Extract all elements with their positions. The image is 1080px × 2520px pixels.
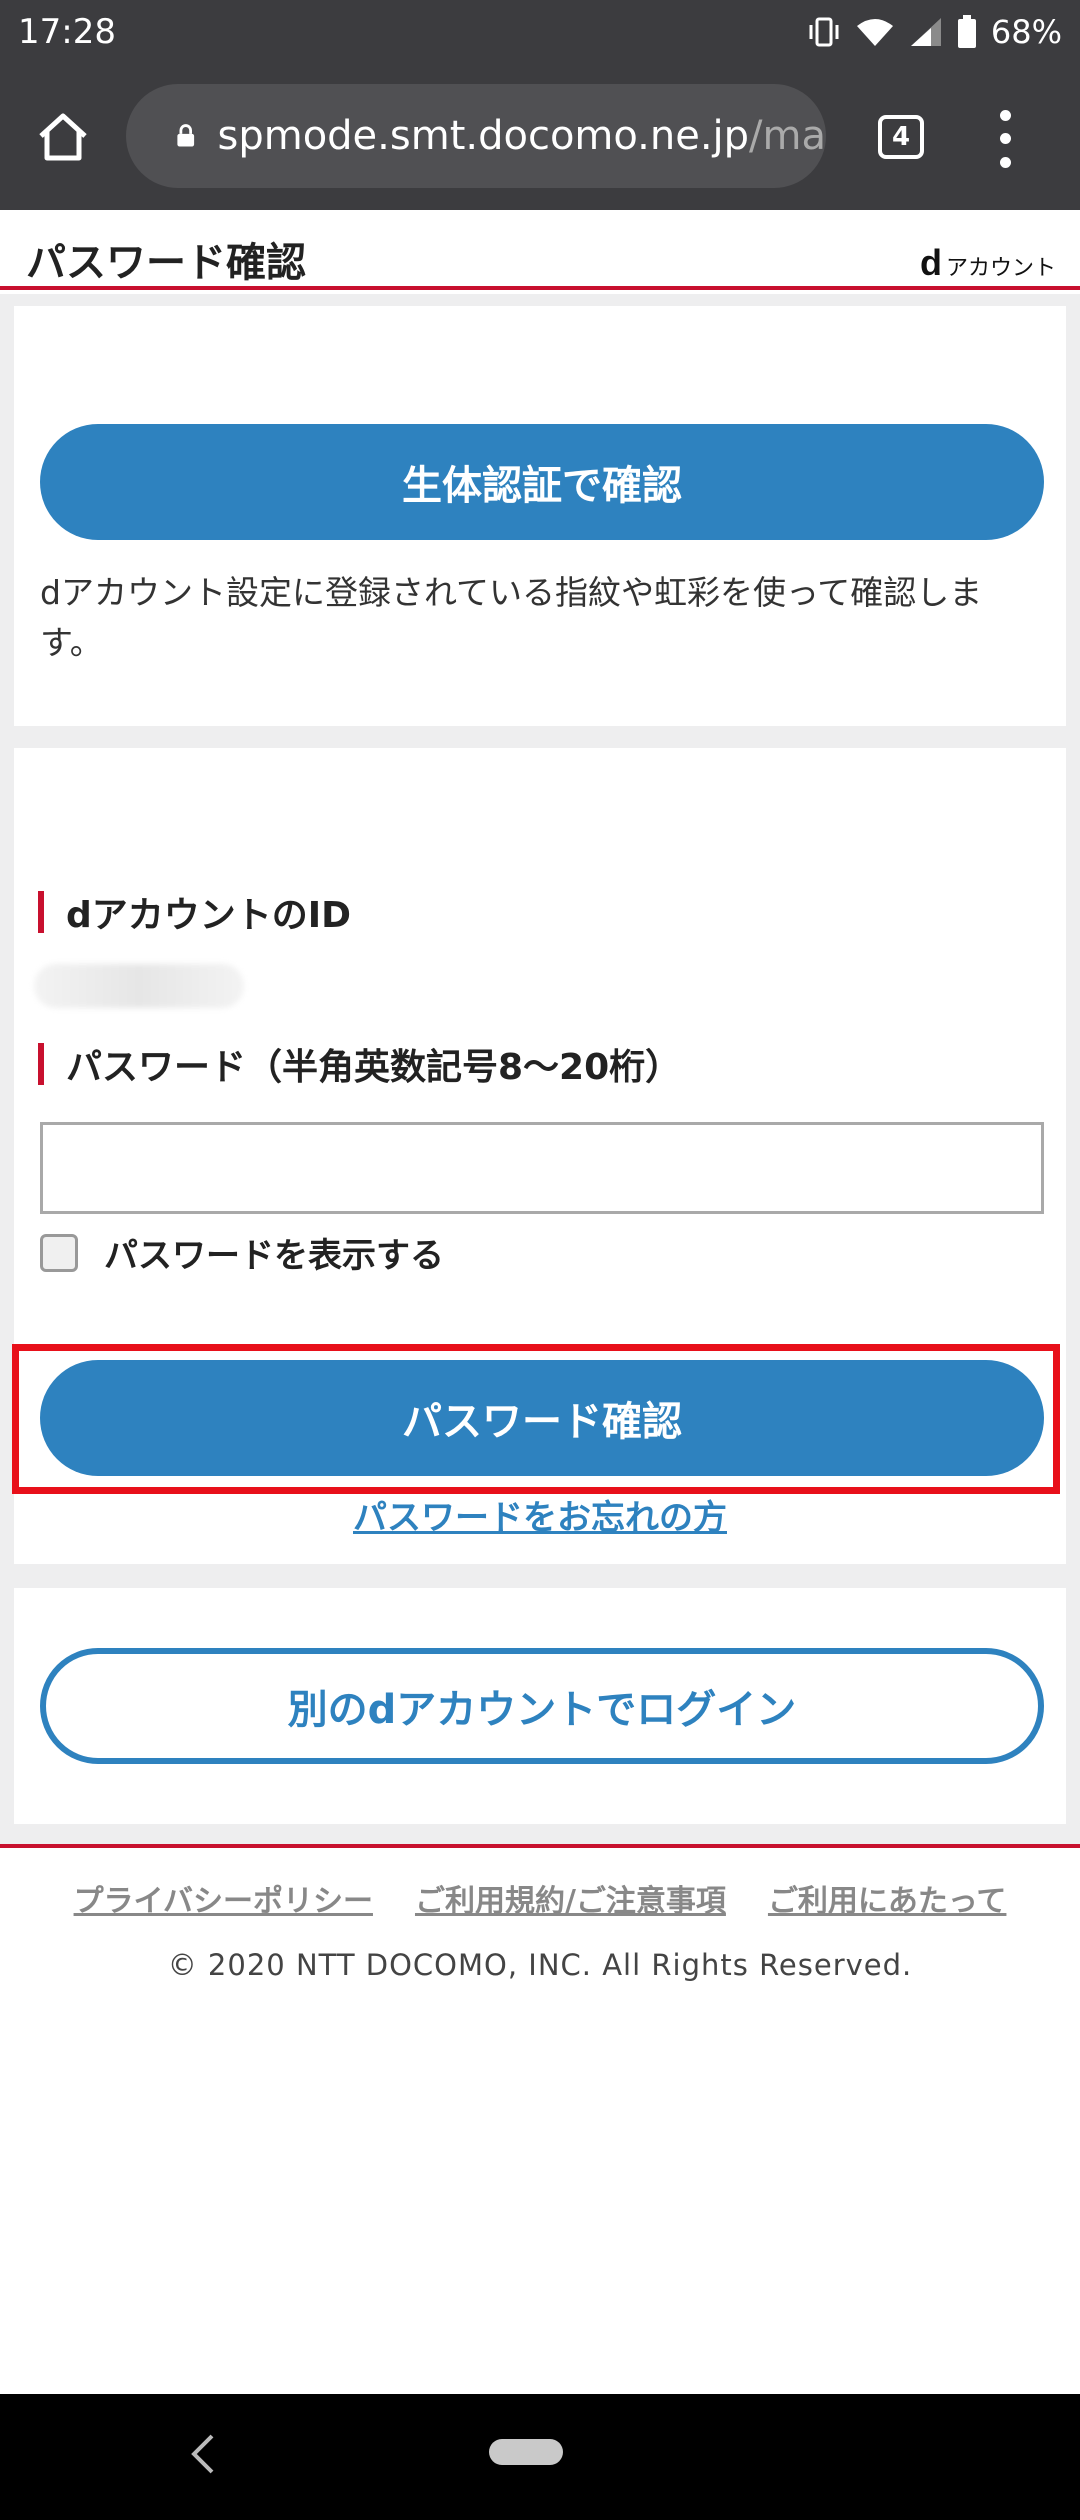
id-section-label: dアカウントのID — [38, 886, 351, 938]
status-bar: 17:28 68% — [0, 0, 1080, 64]
vibrate-icon — [807, 17, 841, 47]
battery-icon — [957, 15, 977, 49]
page-footer: プライバシーポリシー ご利用規約/ご注意事項 ご利用にあたって © 2020 N… — [0, 1844, 1080, 2394]
url-text: spmode.smt.docomo.ne.jp/ma — [217, 113, 827, 159]
more-icon-dot — [999, 110, 1011, 122]
browser-toolbar: spmode.smt.docomo.ne.jp/ma 4 — [0, 64, 1080, 210]
overflow-menu-button[interactable] — [985, 104, 1025, 174]
tab-count: 4 — [878, 115, 924, 159]
url-bar[interactable]: spmode.smt.docomo.ne.jp/ma — [126, 84, 826, 188]
page-title: パスワード確認 — [26, 240, 306, 286]
forgot-password-link[interactable]: パスワードをお忘れの方 — [14, 1490, 1066, 1539]
footer-links: プライバシーポリシー ご利用規約/ご注意事項 ご利用にあたって — [0, 1876, 1080, 1920]
more-icon-dot — [999, 156, 1011, 168]
status-time: 17:28 — [18, 12, 116, 52]
account-id-value — [34, 964, 244, 1008]
usage-notes-link[interactable]: ご利用にあたって — [768, 1876, 1007, 1920]
main-content: 生体認証で確認 dアカウント設定に登録されている指紋や虹彩を使って確認します。 … — [0, 294, 1080, 1844]
home-button[interactable] — [0, 64, 126, 210]
tab-switcher-button[interactable]: 4 — [870, 110, 932, 164]
password-input[interactable] — [40, 1122, 1044, 1214]
d-account-logo: d アカウント — [919, 242, 1056, 283]
system-nav-bar — [0, 2394, 1080, 2520]
show-password-label: パスワードを表示する — [104, 1236, 444, 1276]
lock-icon — [177, 124, 195, 147]
biometric-confirm-button[interactable]: 生体認証で確認 — [40, 424, 1044, 540]
terms-link[interactable]: ご利用規約/ご注意事項 — [415, 1876, 726, 1920]
privacy-policy-link[interactable]: プライバシーポリシー — [74, 1876, 373, 1920]
copyright-text: © 2020 NTT DOCOMO, INC. All Rights Reser… — [167, 1948, 913, 1982]
page-header: パスワード確認 d アカウント — [0, 210, 1080, 290]
label-accent-bar — [38, 891, 44, 933]
other-account-login-button[interactable]: 別のdアカウントでログイン — [40, 1648, 1044, 1764]
other-account-card: 別のdアカウントでログイン — [14, 1588, 1066, 1824]
show-password-checkbox[interactable] — [40, 1233, 78, 1272]
password-section-label: パスワード（半角英数記号8～20桁） — [38, 1038, 681, 1090]
status-icons: 68% — [807, 13, 1062, 51]
battery-percent: 68% — [990, 13, 1062, 51]
more-icon-dot — [999, 133, 1011, 145]
wifi-icon — [855, 16, 895, 48]
biometric-description: dアカウント設定に登録されている指紋や虹彩を使って確認します。 — [40, 573, 983, 662]
label-accent-bar — [38, 1043, 44, 1085]
show-password-row[interactable]: パスワードを表示する — [40, 1228, 444, 1277]
home-icon — [39, 113, 87, 161]
biometric-card: 生体認証で確認 dアカウント設定に登録されている指紋や虹彩を使って確認します。 — [14, 306, 1066, 726]
home-pill[interactable] — [489, 2439, 563, 2465]
signal-icon — [909, 16, 943, 48]
password-form-card: dアカウントのID パスワード（半角英数記号8～20桁） パスワードを表示する … — [12, 748, 1066, 1564]
back-icon[interactable] — [188, 2432, 218, 2476]
password-confirm-button[interactable]: パスワード確認 — [40, 1360, 1044, 1476]
